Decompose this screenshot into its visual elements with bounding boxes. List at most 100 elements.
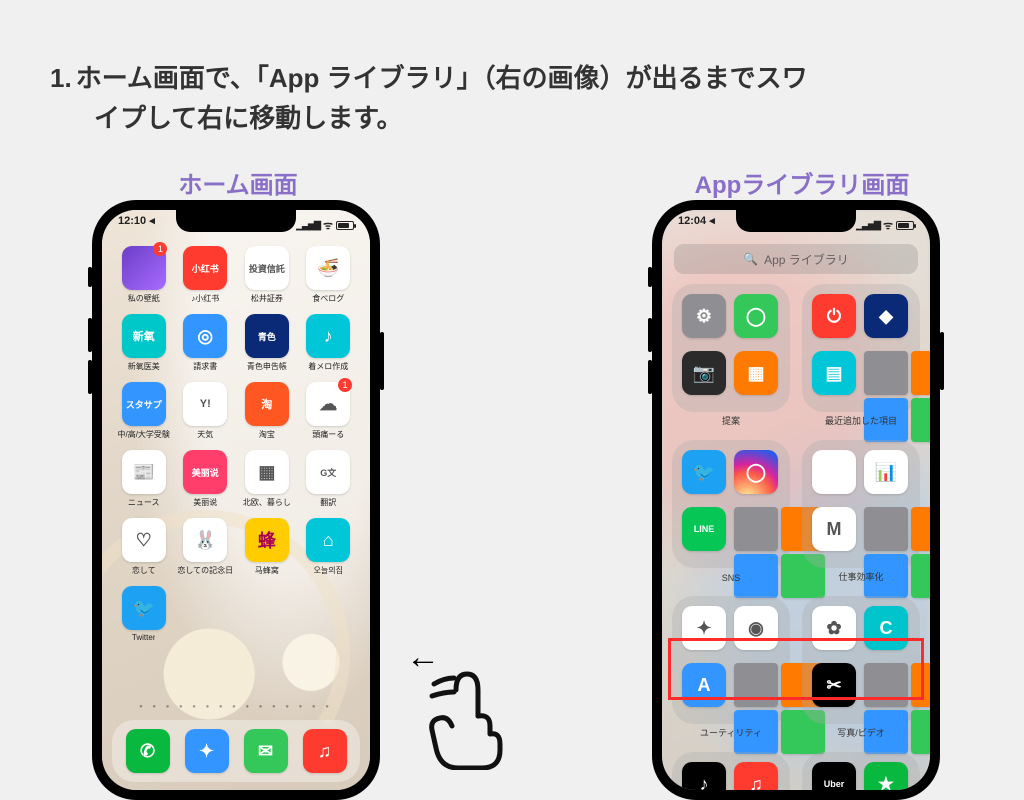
label-app-library-screen: Appライブラリ画面 <box>682 165 922 200</box>
folder-6[interactable]: ♪♫▶ <box>672 752 790 790</box>
app-食べログ[interactable]: 🍜食べログ <box>301 246 356 304</box>
folder-app-icon[interactable]: ◆ <box>864 294 908 338</box>
folder-app-icon[interactable]: ◯ <box>734 294 778 338</box>
folder-app-icon[interactable]: ▦ <box>734 351 778 395</box>
app-icon: 🐰 <box>183 518 227 562</box>
folder-ユーティリティ[interactable]: ✦◉Aユーティリティ <box>672 596 790 724</box>
folder-app-icon[interactable]: LINE <box>682 507 726 551</box>
app-北欧、暮らし[interactable]: ▦ 北欧、暮らし <box>239 450 294 508</box>
folder-app-icon[interactable]: ✱ <box>812 450 856 494</box>
folder-app-icon[interactable]: ⏻ <box>812 294 856 338</box>
app-icon: 淘 <box>245 382 289 426</box>
app-Twitter[interactable]: 🐦 Twitter <box>116 586 171 642</box>
folder-仕事効率化[interactable]: ✱📊M仕事効率化 <box>802 440 920 568</box>
app-恋しての記念日[interactable]: 🐰恋しての記念日 <box>177 518 233 576</box>
power-button[interactable] <box>940 332 944 390</box>
messages-icon[interactable]: ✉︎ <box>244 729 288 773</box>
app-label: 食べログ <box>312 293 344 304</box>
app-label: 翻訳 <box>320 497 336 508</box>
folder-app-icon[interactable]: ✂︎ <box>812 663 856 707</box>
app-ニュース[interactable]: 📰 ニュース <box>116 450 171 508</box>
folder-app-icon[interactable]: C <box>864 606 908 650</box>
app-icon: 小红书 <box>183 246 227 290</box>
folder-label: 最近追加した項目 <box>802 414 920 427</box>
app-icon: ♪ <box>306 314 350 358</box>
hand-swipe-icon <box>414 660 524 770</box>
app-label: 松井証券 <box>251 293 283 304</box>
folder-app-icon[interactable]: ✦ <box>682 606 726 650</box>
folder-app-icon[interactable]: ♫ <box>734 762 778 790</box>
folder-最近追加した項目[interactable]: ⏻◆▤最近追加した項目 <box>802 284 920 412</box>
app-請求書[interactable]: ◎請求書 <box>177 314 233 372</box>
folder-app-icon[interactable]: M <box>812 507 856 551</box>
page-dots[interactable]: ● ● ● ● ● ● ● ● ● ● ● ● ● ● ● <box>102 704 370 710</box>
app-오늘의집[interactable]: ⌂오늘의집 <box>301 518 356 576</box>
folder-app-icon[interactable]: 📊 <box>864 450 908 494</box>
folder-app-icon[interactable]: ♪ <box>682 762 726 790</box>
folder-app-icon[interactable]: ⚙︎ <box>682 294 726 338</box>
folder-SNS[interactable]: 🐦◯LINESNS <box>672 440 790 568</box>
safari-icon[interactable]: ✦ <box>185 729 229 773</box>
phone-icon[interactable]: ✆ <box>126 729 170 773</box>
folder-app-icon[interactable]: Uber <box>812 762 856 790</box>
app-label: 北欧、暮らし <box>243 497 291 508</box>
folder-app-icon[interactable]: ▤ <box>812 351 856 395</box>
app-天気[interactable]: Y!天気 <box>177 382 233 440</box>
power-button[interactable] <box>380 332 384 390</box>
app-頭痛ーる[interactable]: ☁︎1頭痛ーる <box>301 382 356 440</box>
app-label: ♪小红书 <box>191 293 219 304</box>
app-青色申告帳[interactable]: 青色青色申告帳 <box>239 314 294 372</box>
app-label: 马蜂窝 <box>255 565 279 576</box>
app-library-screen[interactable]: 12:04 ◂ ▁▃▅▇ ᯤ 🔍 App ライブラリ ⚙︎◯📷▦提案⏻◆▤最近追… <box>662 210 930 790</box>
silence-switch[interactable] <box>648 267 652 287</box>
app-label: 恋して <box>132 565 156 576</box>
app-私の壁紙[interactable]: 1私の壁紙 <box>116 246 171 304</box>
app-淘宝[interactable]: 淘淘宝 <box>239 382 294 440</box>
folder-7[interactable]: Uber★🍔 <box>802 752 920 790</box>
app-美丽说[interactable]: 美丽说美丽说 <box>177 450 233 508</box>
app-中/高/大学受験[interactable]: スタサプ中/高/大学受験 <box>116 382 171 440</box>
folder-more-icon <box>734 507 778 551</box>
app-label: 오늘의집 <box>314 565 343 576</box>
app-icon: 📰 <box>122 450 166 494</box>
app-label: Twitter <box>132 633 156 642</box>
folder-more-icon <box>864 507 908 551</box>
app-icon: ▦ <box>245 450 289 494</box>
home-screen[interactable]: 12:10 ◂ ▁▃▅▇ ᯤ 1私の壁紙小红书♪小红书投資信託松井証券🍜食べログ… <box>102 210 370 790</box>
phone-home: 12:10 ◂ ▁▃▅▇ ᯤ 1私の壁紙小红书♪小红书投資信託松井証券🍜食べログ… <box>92 200 380 800</box>
app-label: 頭痛ーる <box>312 429 344 440</box>
swipe-gesture: ← <box>396 620 536 760</box>
app-马蜂窝[interactable]: 蜂马蜂窝 <box>239 518 294 576</box>
folder-app-icon[interactable]: ◉ <box>734 606 778 650</box>
music-icon[interactable]: ♫ <box>303 729 347 773</box>
app-label: 新氧医美 <box>128 361 160 372</box>
folder-app-icon[interactable]: ★ <box>864 762 908 790</box>
folder-提案[interactable]: ⚙︎◯📷▦提案 <box>672 284 790 412</box>
folder-app-icon[interactable]: ✿ <box>812 606 856 650</box>
folder-app-icon[interactable]: 🐦 <box>682 450 726 494</box>
folder-label: 写真/ビデオ <box>802 726 920 739</box>
app-着メロ作成[interactable]: ♪着メロ作成 <box>301 314 356 372</box>
wifi-icon: ᯤ <box>883 218 893 233</box>
silence-switch[interactable] <box>88 267 92 287</box>
folder-app-icon[interactable]: 📷 <box>682 351 726 395</box>
app-library-search[interactable]: 🔍 App ライブラリ <box>674 244 918 274</box>
volume-down-button[interactable] <box>88 360 92 394</box>
volume-down-button[interactable] <box>648 360 652 394</box>
folder-app-icon[interactable]: ◯ <box>734 450 778 494</box>
app-icon: 🐦 <box>122 586 166 630</box>
app-松井証券[interactable]: 投資信託松井証券 <box>239 246 294 304</box>
folder-写真/ビデオ[interactable]: ✿C✂︎写真/ビデオ <box>802 596 920 724</box>
instruction-text: 1.ホーム画面で、「App ライブラリ」（右の画像）が出るまでスワ イプして右に… <box>50 58 984 139</box>
folder-app-icon[interactable]: A <box>682 663 726 707</box>
volume-up-button[interactable] <box>88 318 92 352</box>
app-♪小红书[interactable]: 小红书 ♪小红书 <box>177 246 233 304</box>
app-翻訳[interactable]: G文翻訳 <box>301 450 356 508</box>
app-恋して[interactable]: ♡恋して <box>116 518 171 576</box>
app-label: ニュース <box>128 497 160 508</box>
instruction-line2: イプして右に移動します。 <box>94 103 403 133</box>
volume-up-button[interactable] <box>648 318 652 352</box>
dock: ✆ ✦ ✉︎ ♫ <box>112 720 360 782</box>
app-新氧医美[interactable]: 新氧新氧医美 <box>116 314 171 372</box>
search-placeholder: App ライブラリ <box>764 251 849 268</box>
